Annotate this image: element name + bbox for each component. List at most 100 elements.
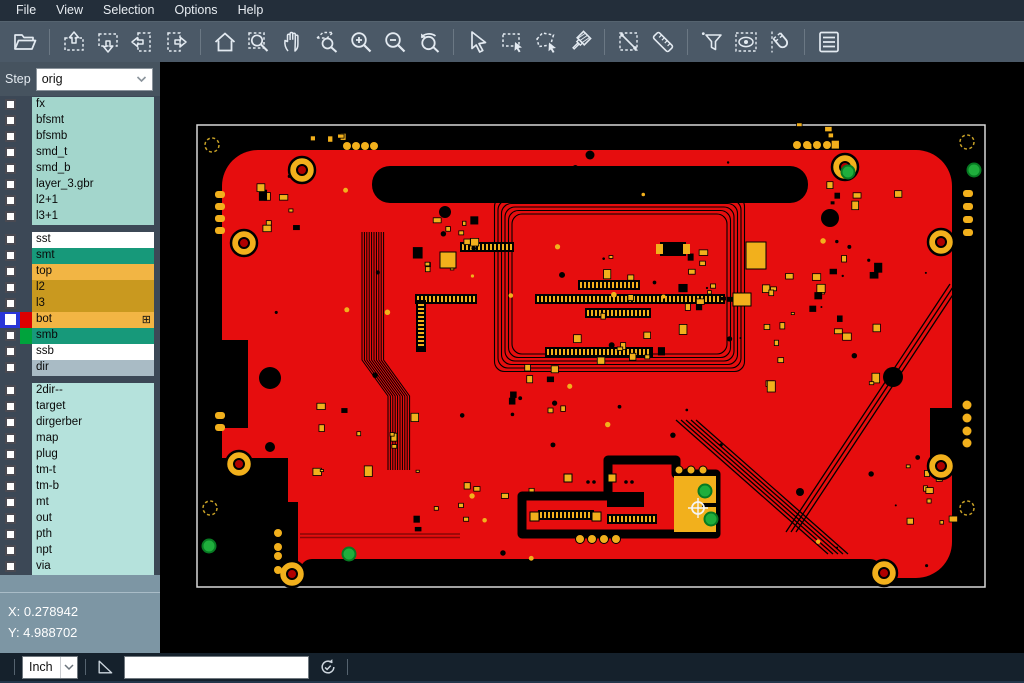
layer-label[interactable]: out (32, 511, 154, 527)
menu-file[interactable]: File (6, 1, 46, 20)
layer-color-swatch[interactable] (20, 280, 32, 296)
layer-label[interactable]: dir (32, 360, 154, 376)
layer-row-via[interactable]: via (0, 559, 160, 575)
layer-label[interactable]: layer_3.gbr (32, 177, 154, 193)
layer-checkbox[interactable] (0, 559, 20, 575)
layer-label[interactable]: smb (32, 328, 154, 344)
unit-select[interactable]: Inch (22, 656, 78, 679)
layer-label[interactable]: fx (32, 97, 154, 113)
layer-label[interactable]: 2dir-- (32, 383, 154, 399)
layer-checkbox[interactable] (0, 479, 20, 495)
clear-brush-button[interactable] (563, 25, 597, 59)
layer-color-swatch[interactable] (20, 248, 32, 264)
layer-checkbox[interactable] (0, 344, 20, 360)
refresh-icon[interactable] (316, 655, 340, 679)
layer-checkbox[interactable] (0, 383, 20, 399)
layer-color-swatch[interactable] (20, 431, 32, 447)
shift-right-button[interactable] (159, 25, 193, 59)
layer-checkbox[interactable] (0, 360, 20, 376)
layer-checkbox[interactable] (0, 264, 20, 280)
layer-color-swatch[interactable] (20, 177, 32, 193)
pcb-viewport[interactable] (160, 62, 1024, 653)
layer-checkbox[interactable] (0, 312, 20, 328)
zoom-window-button[interactable] (242, 25, 276, 59)
layer-color-swatch[interactable] (20, 383, 32, 399)
layer-color-swatch[interactable] (20, 209, 32, 225)
layer-label[interactable]: mt (32, 495, 154, 511)
layer-color-swatch[interactable] (20, 415, 32, 431)
layer-row-smt[interactable]: smt (0, 248, 160, 264)
layer-row-layer-3-gbr[interactable]: layer_3.gbr (0, 177, 160, 193)
menu-help[interactable]: Help (228, 1, 274, 20)
layer-checkbox[interactable] (0, 177, 20, 193)
layer-label[interactable]: l3 (32, 296, 154, 312)
layer-label[interactable]: dirgerber (32, 415, 154, 431)
zoom-area-button[interactable] (310, 25, 344, 59)
layer-row-tm-b[interactable]: tm-b (0, 479, 160, 495)
menu-options[interactable]: Options (164, 1, 227, 20)
layer-checkbox[interactable] (0, 511, 20, 527)
layer-row-l3-1[interactable]: l3+1 (0, 209, 160, 225)
layer-color-swatch[interactable] (20, 399, 32, 415)
layer-label[interactable]: tm-b (32, 479, 154, 495)
layer-row-bot[interactable]: bot⊞ (0, 312, 160, 328)
layer-label[interactable]: top (32, 264, 154, 280)
layer-color-swatch[interactable] (20, 463, 32, 479)
layer-label[interactable]: l2+1 (32, 193, 154, 209)
layer-label[interactable]: via (32, 559, 154, 575)
layer-label[interactable]: sst (32, 232, 154, 248)
layer-label[interactable]: tm-t (32, 463, 154, 479)
layer-checkbox[interactable] (0, 447, 20, 463)
layer-row-target[interactable]: target (0, 399, 160, 415)
layer-checkbox[interactable] (0, 209, 20, 225)
menu-view[interactable]: View (46, 1, 93, 20)
layers-panel-button[interactable] (812, 25, 846, 59)
layer-label[interactable]: map (32, 431, 154, 447)
layer-checkbox[interactable] (0, 248, 20, 264)
zoom-out-button[interactable] (378, 25, 412, 59)
layer-color-swatch[interactable] (20, 232, 32, 248)
layer-color-swatch[interactable] (20, 161, 32, 177)
select-polygon-button[interactable] (529, 25, 563, 59)
layer-checkbox[interactable] (0, 463, 20, 479)
layer-row-top[interactable]: top (0, 264, 160, 280)
layer-color-swatch[interactable] (20, 447, 32, 463)
layer-color-swatch[interactable] (20, 527, 32, 543)
layer-label[interactable]: npt (32, 543, 154, 559)
layer-color-swatch[interactable] (20, 344, 32, 360)
open-folder-button[interactable] (8, 25, 42, 59)
layer-checkbox[interactable] (0, 431, 20, 447)
layer-checkbox[interactable] (0, 113, 20, 129)
select-cursor-button[interactable] (461, 25, 495, 59)
layer-label[interactable]: pth (32, 527, 154, 543)
snap-magnet-button[interactable] (763, 25, 797, 59)
layer-row-npt[interactable]: npt (0, 543, 160, 559)
layer-checkbox[interactable] (0, 161, 20, 177)
menu-selection[interactable]: Selection (93, 1, 164, 20)
layer-color-swatch[interactable] (20, 312, 32, 328)
layer-row-smd-t[interactable]: smd_t (0, 145, 160, 161)
layer-row-bfsmt[interactable]: bfsmt (0, 113, 160, 129)
layer-row-mt[interactable]: mt (0, 495, 160, 511)
layer-color-swatch[interactable] (20, 97, 32, 113)
layer-row-sst[interactable]: sst (0, 232, 160, 248)
ruler-button[interactable] (646, 25, 680, 59)
layer-color-swatch[interactable] (20, 193, 32, 209)
layer-color-swatch[interactable] (20, 511, 32, 527)
layer-label[interactable]: target (32, 399, 154, 415)
layer-color-swatch[interactable] (20, 113, 32, 129)
layer-row-l3[interactable]: l3 (0, 296, 160, 312)
home-view-button[interactable] (208, 25, 242, 59)
view-options-button[interactable] (729, 25, 763, 59)
layer-color-swatch[interactable] (20, 264, 32, 280)
layer-color-swatch[interactable] (20, 296, 32, 312)
layer-color-swatch[interactable] (20, 328, 32, 344)
layer-row-out[interactable]: out (0, 511, 160, 527)
layer-checkbox[interactable] (0, 543, 20, 559)
layer-label[interactable]: bfsmt (32, 113, 154, 129)
layer-label[interactable]: smd_b (32, 161, 154, 177)
layer-color-swatch[interactable] (20, 129, 32, 145)
layer-checkbox[interactable] (0, 232, 20, 248)
layer-checkbox[interactable] (0, 527, 20, 543)
layer-row-l2-1[interactable]: l2+1 (0, 193, 160, 209)
